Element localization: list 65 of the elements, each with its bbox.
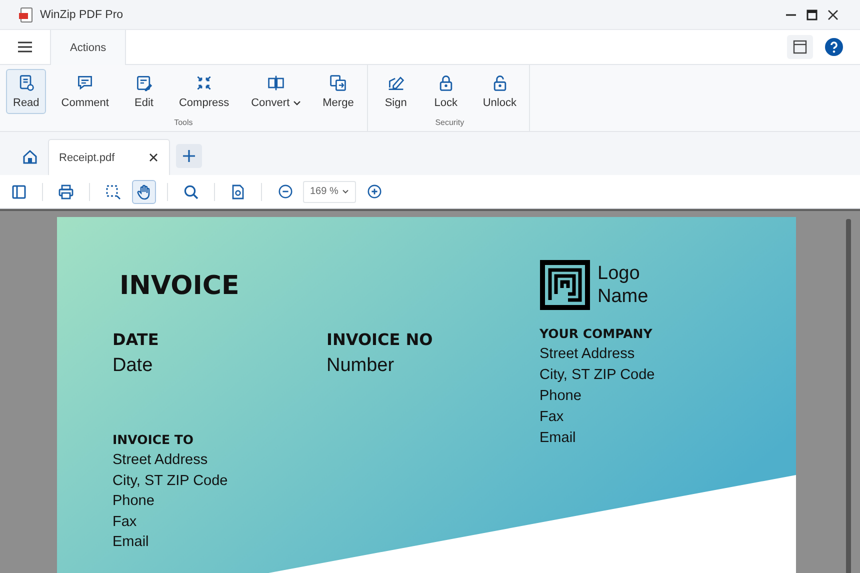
close-tab-button[interactable] — [147, 152, 159, 164]
help-icon[interactable] — [825, 38, 843, 56]
window-layout-icon — [793, 40, 807, 54]
hand-icon — [136, 184, 152, 200]
address-line: City, ST ZIP Code — [540, 366, 656, 385]
ribbon-button[interactable]: Comment — [54, 69, 116, 114]
new-tab-button[interactable] — [176, 144, 202, 168]
section-heading: YOUR COMPANY — [540, 326, 654, 341]
speech-bubble-icon — [76, 74, 94, 92]
sidebar-icon — [11, 184, 27, 200]
ribbon-tab[interactable]: Actions — [50, 30, 126, 65]
ribbon-button[interactable]: Lock — [426, 69, 466, 114]
ribbon-button[interactable]: Unlock — [476, 69, 524, 114]
address-line: Street Address — [112, 451, 209, 470]
tab-label[interactable]: Receipt.pdf — [59, 152, 115, 164]
section-heading: INVOICE TO — [112, 432, 195, 447]
address-line: Fax — [540, 408, 565, 427]
address-line: Fax — [112, 512, 138, 532]
address-line: Email — [540, 429, 577, 448]
window-title: WinZip PDF Pro — [40, 8, 124, 20]
app-logo-icon — [18, 6, 34, 22]
address-line: Street Address — [540, 345, 636, 364]
plus-circle-icon — [366, 184, 382, 199]
print-icon — [58, 184, 74, 200]
two-documents-icon — [329, 74, 348, 92]
ribbon-button[interactable]: Read — [6, 69, 46, 114]
ribbon-button[interactable]: Compress — [172, 69, 236, 114]
ribbon-button[interactable]: Sign — [376, 69, 416, 114]
address-line: Phone — [112, 492, 156, 511]
invoice-title: INVOICE — [118, 270, 240, 301]
document-tab[interactable]: Receipt.pdf — [48, 139, 170, 175]
maximize-icon — [806, 8, 818, 20]
hand-button[interactable] — [132, 180, 156, 204]
plus-icon — [182, 149, 196, 163]
caret-icon — [342, 189, 350, 194]
address-line: Email — [112, 533, 150, 552]
page-search-icon — [230, 184, 246, 200]
document-view-icon — [17, 74, 36, 92]
compress-arrows-icon — [195, 74, 214, 92]
home-icon — [22, 149, 38, 165]
document-pencil-icon — [134, 74, 153, 92]
logo-name: Logo Name — [598, 262, 648, 308]
ribbon-button[interactable]: Merge — [316, 69, 361, 114]
close-icon — [148, 153, 158, 162]
ribbon-button[interactable]: Convert — [244, 69, 308, 114]
dashed-selection-icon — [105, 184, 121, 200]
field-label: INVOICE NO — [326, 330, 434, 349]
group-label: Tools — [174, 118, 193, 127]
group-label: Security — [435, 118, 464, 127]
split-document-icon — [266, 74, 285, 92]
minus-circle-icon — [278, 184, 292, 199]
maze-logo-icon — [540, 260, 590, 310]
field-label: DATE — [112, 330, 160, 349]
search-icon — [183, 184, 199, 200]
address-line: Phone — [540, 387, 582, 406]
ribbon-button[interactable]: Edit — [124, 69, 164, 114]
layout-button[interactable] — [787, 35, 813, 59]
scrollbar[interactable] — [846, 219, 851, 573]
zoom-dropdown[interactable]: 169 % — [303, 180, 356, 202]
menu-icon — [18, 41, 32, 53]
field-value: Number — [326, 355, 396, 377]
field-value: Date — [112, 355, 154, 377]
pen-signature-icon — [386, 74, 405, 92]
address-line: City, ST ZIP Code — [112, 472, 229, 490]
close-icon — [827, 8, 839, 20]
